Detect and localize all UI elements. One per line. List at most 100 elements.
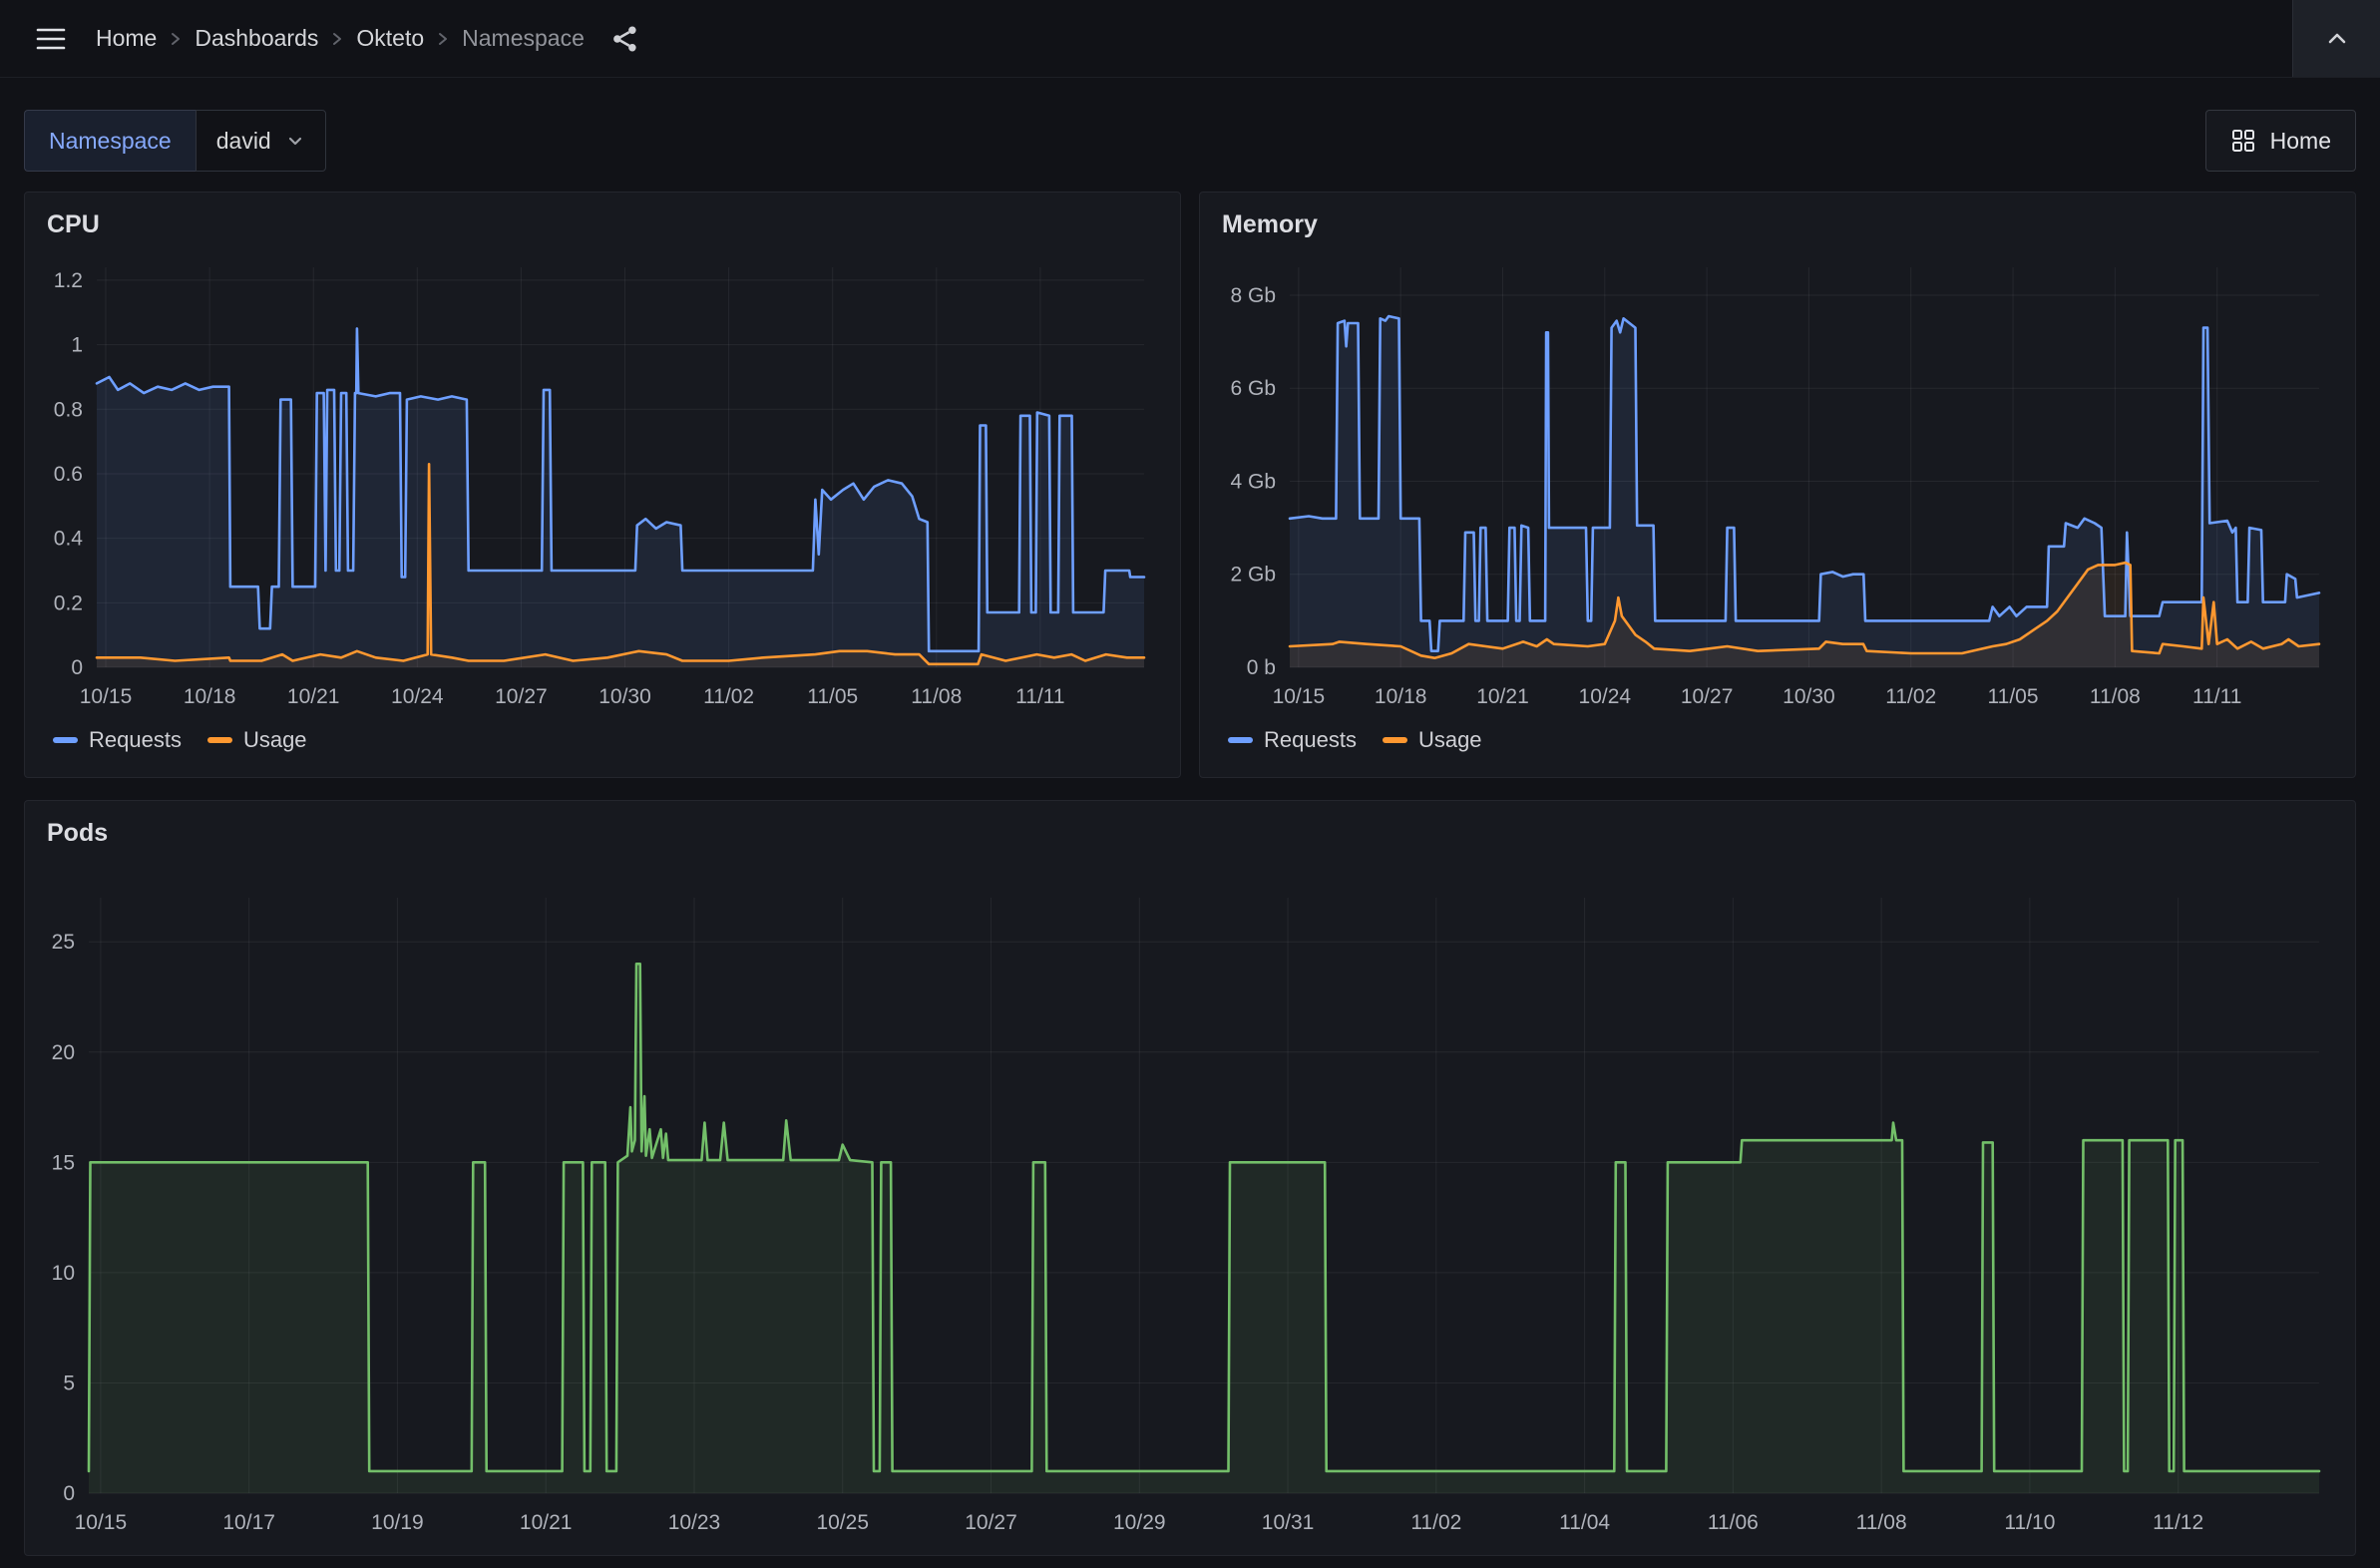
svg-text:0.6: 0.6: [54, 463, 83, 486]
legend-label: Requests: [89, 727, 182, 753]
svg-text:0 b: 0 b: [1247, 656, 1276, 679]
svg-text:10/30: 10/30: [598, 685, 651, 708]
navbar: Home Dashboards Okteto Namespace: [0, 0, 2380, 78]
home-button-label: Home: [2270, 128, 2331, 155]
svg-text:10/25: 10/25: [816, 1511, 869, 1534]
svg-text:10/17: 10/17: [222, 1511, 275, 1534]
legend-item-usage[interactable]: Usage: [1383, 727, 1482, 753]
legend-label: Usage: [1418, 727, 1482, 753]
collapse-nav-button[interactable]: [2292, 0, 2380, 77]
legend-item-requests[interactable]: Requests: [53, 727, 182, 753]
svg-text:20: 20: [52, 1041, 75, 1064]
variable-value-text: david: [216, 128, 271, 155]
svg-text:11/02: 11/02: [1885, 685, 1936, 708]
memory-chart[interactable]: 0 b2 Gb4 Gb6 Gb8 Gb10/1510/1810/2110/241…: [1200, 243, 2355, 719]
svg-text:11/11: 11/11: [2192, 685, 2241, 708]
panel-title-cpu[interactable]: CPU: [47, 210, 100, 239]
breadcrumb: Home Dashboards Okteto Namespace: [96, 25, 585, 52]
svg-text:1.2: 1.2: [54, 269, 83, 292]
svg-text:11/02: 11/02: [703, 685, 754, 708]
grafana-app: Home Dashboards Okteto Namespace Namespace …: [0, 0, 2380, 1556]
cpu-chart-area: 00.20.40.60.811.210/1510/1810/2110/2410/…: [25, 243, 1180, 719]
breadcrumb-item-namespace: Namespace: [462, 25, 585, 52]
chevron-right-icon: [436, 28, 450, 50]
svg-text:0: 0: [71, 656, 83, 679]
svg-text:15: 15: [52, 1151, 75, 1174]
panel-memory: Memory 0 b2 Gb4 Gb6 Gb8 Gb10/1510/1810/2…: [1199, 192, 2356, 778]
share-button[interactable]: [604, 23, 646, 55]
cpu-legend: Requests Usage: [25, 719, 1180, 777]
svg-text:10/31: 10/31: [1262, 1511, 1315, 1534]
svg-text:10/21: 10/21: [287, 685, 340, 708]
svg-text:10/21: 10/21: [1476, 685, 1529, 708]
memory-legend: Requests Usage: [1200, 719, 2355, 777]
svg-text:11/08: 11/08: [2090, 685, 2141, 708]
svg-text:10/30: 10/30: [1783, 685, 1835, 708]
breadcrumb-item-okteto[interactable]: Okteto: [356, 25, 424, 52]
hamburger-icon: [36, 26, 66, 52]
variable-value-dropdown[interactable]: david: [196, 110, 326, 172]
svg-text:11/11: 11/11: [1015, 685, 1064, 708]
chevron-up-icon: [2323, 25, 2351, 53]
pods-chart-area: 051015202510/1510/1710/1910/2110/2310/25…: [25, 852, 2355, 1555]
svg-text:10/27: 10/27: [495, 685, 548, 708]
panel-memory-header: Memory: [1200, 193, 2355, 243]
dashboard-controls: Namespace david Home: [24, 110, 2356, 172]
namespace-variable-picker: Namespace david: [24, 110, 326, 172]
svg-text:11/08: 11/08: [1856, 1511, 1907, 1534]
svg-text:11/10: 11/10: [2004, 1511, 2055, 1534]
svg-text:11/05: 11/05: [807, 685, 858, 708]
svg-text:10/29: 10/29: [1113, 1511, 1166, 1534]
panel-pods-header: Pods: [25, 801, 2355, 852]
panel-cpu-header: CPU: [25, 193, 1180, 243]
svg-text:2 Gb: 2 Gb: [1230, 564, 1276, 587]
svg-text:10/24: 10/24: [1579, 685, 1632, 708]
svg-text:0.4: 0.4: [54, 528, 84, 551]
svg-text:11/06: 11/06: [1708, 1511, 1759, 1534]
variable-label-namespace: Namespace: [24, 110, 196, 172]
svg-text:10/21: 10/21: [520, 1511, 573, 1534]
pods-chart[interactable]: 051015202510/1510/1710/1910/2110/2310/25…: [25, 852, 2355, 1555]
svg-text:10/15: 10/15: [75, 1511, 128, 1534]
svg-text:10/15: 10/15: [1273, 685, 1326, 708]
svg-text:0.2: 0.2: [54, 591, 83, 614]
home-button[interactable]: Home: [2205, 110, 2356, 172]
dashboard-body: Namespace david Home: [0, 110, 2380, 1556]
legend-label: Usage: [243, 727, 307, 753]
menu-button[interactable]: [26, 18, 76, 60]
share-icon: [610, 24, 640, 54]
panel-pods: Pods 051015202510/1510/1710/1910/2110/23…: [24, 800, 2356, 1556]
svg-text:11/12: 11/12: [2153, 1511, 2203, 1534]
panel-cpu: CPU 00.20.40.60.811.210/1510/1810/2110/2…: [24, 192, 1181, 778]
svg-text:6 Gb: 6 Gb: [1230, 377, 1276, 400]
legend-label: Requests: [1264, 727, 1357, 753]
panel-title-pods[interactable]: Pods: [47, 819, 108, 848]
top-panels-row: CPU 00.20.40.60.811.210/1510/1810/2110/2…: [24, 192, 2356, 778]
svg-text:10: 10: [52, 1262, 75, 1285]
svg-text:11/02: 11/02: [1410, 1511, 1461, 1534]
cpu-chart[interactable]: 00.20.40.60.811.210/1510/1810/2110/2410/…: [25, 243, 1180, 719]
legend-item-usage[interactable]: Usage: [207, 727, 307, 753]
svg-text:10/15: 10/15: [80, 685, 133, 708]
svg-text:11/08: 11/08: [911, 685, 962, 708]
legend-dash: [207, 737, 232, 743]
svg-text:25: 25: [52, 931, 75, 954]
svg-text:10/27: 10/27: [965, 1511, 1017, 1534]
svg-text:10/24: 10/24: [391, 685, 444, 708]
breadcrumb-item-dashboards[interactable]: Dashboards: [195, 25, 318, 52]
chevron-right-icon: [330, 28, 344, 50]
svg-text:5: 5: [63, 1372, 75, 1394]
svg-text:10/27: 10/27: [1681, 685, 1734, 708]
legend-dash: [1228, 737, 1253, 743]
svg-text:11/04: 11/04: [1559, 1511, 1610, 1534]
legend-dash: [1383, 737, 1407, 743]
memory-chart-area: 0 b2 Gb4 Gb6 Gb8 Gb10/1510/1810/2110/241…: [1200, 243, 2355, 719]
legend-item-requests[interactable]: Requests: [1228, 727, 1357, 753]
breadcrumb-item-home[interactable]: Home: [96, 25, 157, 52]
svg-text:4 Gb: 4 Gb: [1230, 470, 1276, 493]
svg-text:10/19: 10/19: [371, 1511, 424, 1534]
panel-title-memory[interactable]: Memory: [1222, 210, 1318, 239]
svg-text:0: 0: [63, 1482, 75, 1505]
chevron-right-icon: [169, 28, 183, 50]
legend-dash: [53, 737, 78, 743]
